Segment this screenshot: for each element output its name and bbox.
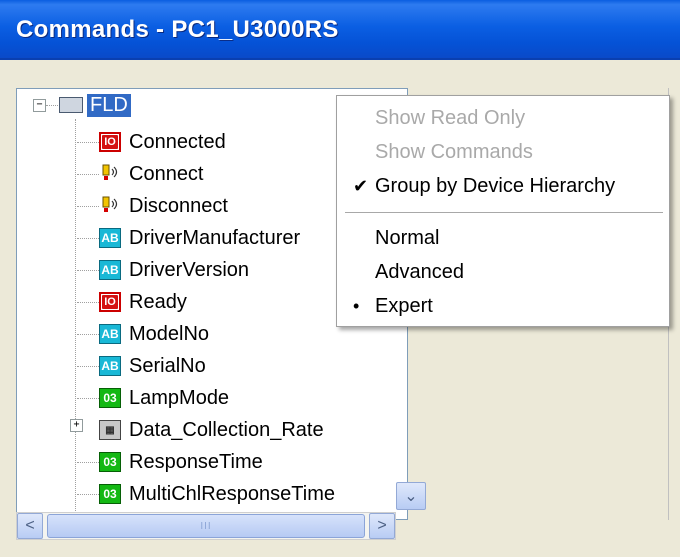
tree-item-connect[interactable]: Connect <box>77 158 204 190</box>
numeric-property-icon: 03 <box>99 388 121 408</box>
tree-item-disconnect[interactable]: Disconnect <box>77 190 228 222</box>
tree-connector-line <box>46 105 58 106</box>
tree-item-driverversion[interactable]: AB DriverVersion <box>77 254 249 286</box>
menu-item-expert[interactable]: • Expert <box>337 290 669 322</box>
context-menu: Show Read Only Show Commands ✔ Group by … <box>336 95 670 327</box>
tree-item-responsetime[interactable]: 03 ResponseTime <box>77 446 263 478</box>
tree-item-lampmode[interactable]: 03 LampMode <box>77 382 229 414</box>
menu-separator <box>345 212 663 213</box>
title-bar: Commands - PC1_U3000RS <box>0 0 680 60</box>
tree-item-connected[interactable]: IO Connected <box>77 126 226 158</box>
tree-item-label: ResponseTime <box>129 450 263 473</box>
tree-item-label: Ready <box>129 290 187 313</box>
grid-property-icon: ▦ <box>99 420 121 440</box>
scroll-thumb[interactable]: III <box>47 514 365 538</box>
command-bulb-icon <box>99 196 121 216</box>
menu-item-group-by-device-hierarchy[interactable]: ✔ Group by Device Hierarchy <box>337 170 669 202</box>
numeric-property-icon: 03 <box>99 452 121 472</box>
tree-item-root[interactable]: FLD <box>59 89 131 121</box>
tree-item-label: DriverManufacturer <box>129 226 301 249</box>
menu-item-normal[interactable]: Normal <box>337 222 669 254</box>
text-property-icon: AB <box>99 356 121 376</box>
horizontal-scrollbar[interactable]: < III > <box>16 512 396 540</box>
tree-item-label: FLD <box>87 93 131 117</box>
window-title: Commands - PC1_U3000RS <box>16 16 339 43</box>
text-property-icon: AB <box>99 228 121 248</box>
tree-item-ready[interactable]: IO Ready <box>77 286 187 318</box>
device-icon <box>59 97 83 113</box>
tree-item-label: MultiChlResponseTime <box>129 482 335 505</box>
tree-item-label: Disconnect <box>129 194 228 217</box>
text-property-icon: AB <box>99 324 121 344</box>
tree-item-label: DriverVersion <box>129 258 250 281</box>
tree-item-label: Data_Collection_Rate <box>129 418 324 441</box>
io-icon: IO <box>99 132 121 152</box>
collapse-toggle-root[interactable]: − <box>33 99 46 112</box>
scroll-right-button[interactable]: > <box>369 513 395 539</box>
numeric-property-icon: 03 <box>99 484 121 504</box>
tree-item-label: SerialNo <box>129 354 206 377</box>
tree-item-label: Connected <box>129 130 226 153</box>
tree-item-label: LampMode <box>129 386 230 409</box>
tree-item-label: Connect <box>129 162 204 185</box>
menu-item-show-commands[interactable]: Show Commands <box>337 136 669 168</box>
menu-item-show-read-only[interactable]: Show Read Only <box>337 102 669 134</box>
tree-item-label: ModelNo <box>129 322 210 345</box>
scroll-left-button[interactable]: < <box>17 513 43 539</box>
tree-item-drivermanufacturer[interactable]: AB DriverManufacturer <box>77 222 300 254</box>
tree-connector-line <box>75 119 76 519</box>
radio-bullet-icon: • <box>353 295 360 316</box>
checkmark-icon: ✔ <box>353 175 369 196</box>
scroll-down-button[interactable]: ⌄ <box>396 482 426 510</box>
menu-item-advanced[interactable]: Advanced <box>337 256 669 288</box>
chevron-down-icon: ⌄ <box>404 488 418 505</box>
grip-icon: III <box>200 520 212 532</box>
tree-item-data-collection-rate[interactable]: ▦ Data_Collection_Rate <box>77 414 324 446</box>
text-property-icon: AB <box>99 260 121 280</box>
io-icon: IO <box>99 292 121 312</box>
tree-item-serialno[interactable]: AB SerialNo <box>77 350 206 382</box>
tree-item-multichlresponsetime[interactable]: 03 MultiChlResponseTime <box>77 478 335 510</box>
chevron-left-icon: < <box>25 517 35 534</box>
tree-item-modelno[interactable]: AB ModelNo <box>77 318 209 350</box>
command-bulb-icon <box>99 164 121 184</box>
chevron-right-icon: > <box>377 517 387 534</box>
